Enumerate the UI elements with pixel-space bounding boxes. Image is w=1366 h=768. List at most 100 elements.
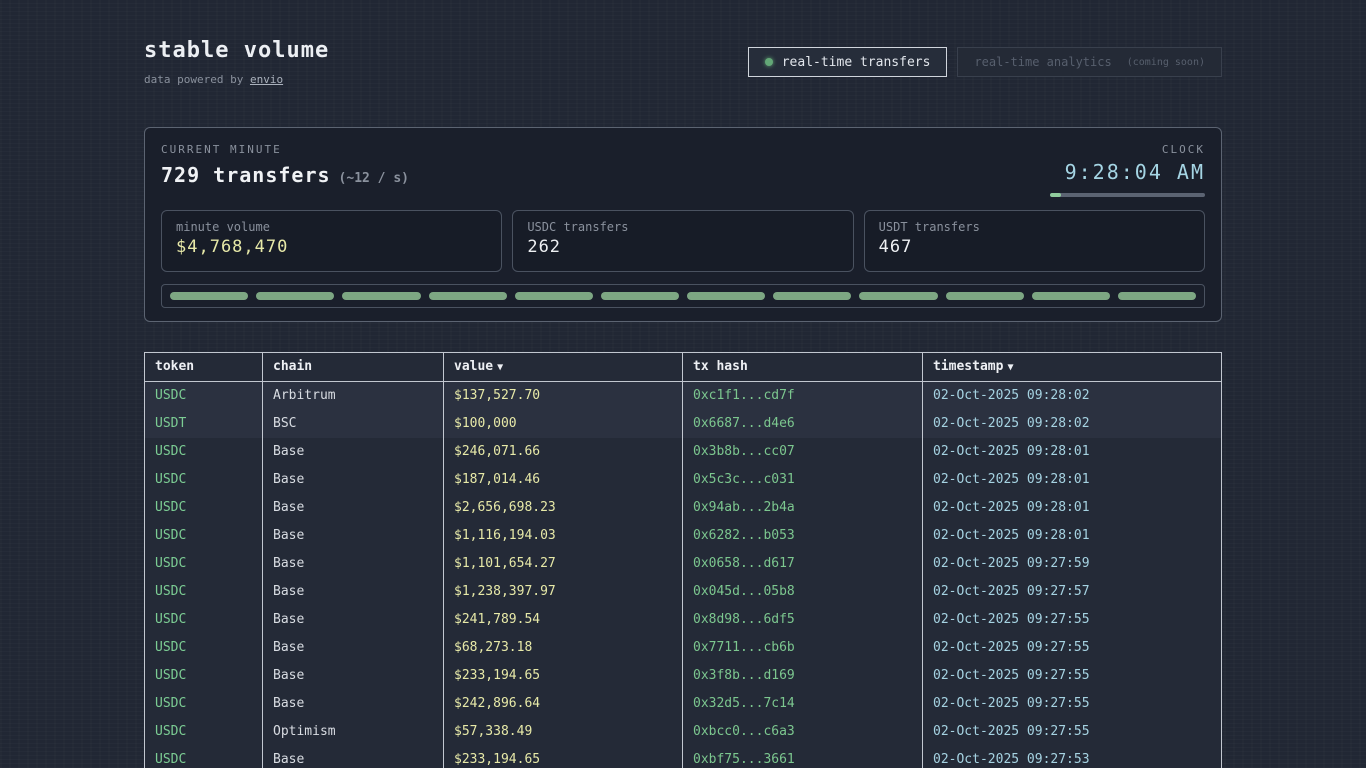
stat-box-minute-volume: minute volume $4,768,470 bbox=[161, 210, 502, 272]
cell-chain: Arbitrum bbox=[263, 382, 444, 410]
stat-value: 467 bbox=[879, 237, 1190, 257]
cell-token: USDC bbox=[145, 382, 263, 410]
table-body: USDCArbitrum$137,527.700xc1f1...cd7f02-O… bbox=[145, 382, 1221, 768]
minute-segments-bar bbox=[161, 284, 1205, 308]
transfers-line: 729 transfers (~12 / s) bbox=[161, 163, 409, 187]
cell-token: USDC bbox=[145, 634, 263, 662]
cell-timestamp: 02-Oct-2025 09:28:02 bbox=[923, 410, 1221, 438]
minute-segment bbox=[859, 292, 937, 300]
cell-token: USDC bbox=[145, 578, 263, 606]
tab-real-time-analytics[interactable]: real-time analytics (coming soon) bbox=[957, 47, 1222, 77]
column-header-timestamp[interactable]: timestamp▼ bbox=[923, 353, 1221, 381]
cell-timestamp: 02-Oct-2025 09:27:55 bbox=[923, 634, 1221, 662]
cell-tx-hash[interactable]: 0x045d...05b8 bbox=[683, 578, 923, 606]
cell-tx-hash[interactable]: 0xbcc0...c6a3 bbox=[683, 718, 923, 746]
column-header-value[interactable]: value▼ bbox=[444, 353, 683, 381]
section-label: CURRENT MINUTE bbox=[161, 143, 409, 156]
cell-timestamp: 02-Oct-2025 09:27:53 bbox=[923, 746, 1221, 768]
cell-chain: Base bbox=[263, 438, 444, 466]
cell-value: $1,116,194.03 bbox=[444, 522, 683, 550]
cell-tx-hash[interactable]: 0x5c3c...c031 bbox=[683, 466, 923, 494]
tab-real-time-transfers[interactable]: real-time transfers bbox=[748, 47, 948, 77]
clock-seconds-fill bbox=[1050, 193, 1061, 197]
stat-label: USDC transfers bbox=[527, 220, 838, 234]
table-row: USDTBSC$100,0000x6687...d4e602-Oct-2025 … bbox=[145, 410, 1221, 438]
minute-segment bbox=[342, 292, 420, 300]
cell-chain: Base bbox=[263, 494, 444, 522]
column-header-chain: chain bbox=[263, 353, 444, 381]
cell-timestamp: 02-Oct-2025 09:27:57 bbox=[923, 578, 1221, 606]
cell-value: $233,194.65 bbox=[444, 746, 683, 768]
cell-value: $1,238,397.97 bbox=[444, 578, 683, 606]
stat-value: 262 bbox=[527, 237, 838, 257]
cell-timestamp: 02-Oct-2025 09:28:01 bbox=[923, 494, 1221, 522]
cell-tx-hash[interactable]: 0x7711...cb6b bbox=[683, 634, 923, 662]
cell-tx-hash[interactable]: 0x3f8b...d169 bbox=[683, 662, 923, 690]
page-header: stable volume data powered by envio real… bbox=[144, 38, 1222, 86]
stat-value: $4,768,470 bbox=[176, 237, 487, 257]
cell-value: $242,896.64 bbox=[444, 690, 683, 718]
cell-tx-hash[interactable]: 0x0658...d617 bbox=[683, 550, 923, 578]
table-row: USDCArbitrum$137,527.700xc1f1...cd7f02-O… bbox=[145, 382, 1221, 410]
tab-label: real-time transfers bbox=[782, 55, 931, 70]
cell-chain: Base bbox=[263, 522, 444, 550]
cell-tx-hash[interactable]: 0xc1f1...cd7f bbox=[683, 382, 923, 410]
cell-tx-hash[interactable]: 0x6282...b053 bbox=[683, 522, 923, 550]
table-row: USDCBase$241,789.540x8d98...6df502-Oct-2… bbox=[145, 606, 1221, 634]
live-status-dot-icon bbox=[765, 58, 773, 66]
transfers-table: token chain value▼ tx hash timestamp▼ US… bbox=[144, 352, 1222, 768]
cell-value: $1,101,654.27 bbox=[444, 550, 683, 578]
minute-segment bbox=[687, 292, 765, 300]
minute-segment bbox=[1118, 292, 1196, 300]
cell-token: USDC bbox=[145, 438, 263, 466]
cell-tx-hash[interactable]: 0xbf75...3661 bbox=[683, 746, 923, 768]
cell-value: $100,000 bbox=[444, 410, 683, 438]
table-row: USDCBase$233,194.650x3f8b...d16902-Oct-2… bbox=[145, 662, 1221, 690]
cell-value: $187,014.46 bbox=[444, 466, 683, 494]
cell-token: USDC bbox=[145, 466, 263, 494]
clock: CLOCK 9:28:04 AM bbox=[1050, 143, 1205, 197]
clock-seconds-progressbar bbox=[1050, 193, 1205, 197]
table-row: USDCBase$242,896.640x32d5...7c1402-Oct-2… bbox=[145, 690, 1221, 718]
title-block: stable volume data powered by envio bbox=[144, 38, 329, 86]
clock-label: CLOCK bbox=[1050, 143, 1205, 156]
transfers-summary: CURRENT MINUTE 729 transfers (~12 / s) bbox=[161, 143, 409, 187]
cell-tx-hash[interactable]: 0x94ab...2b4a bbox=[683, 494, 923, 522]
cell-chain: Base bbox=[263, 466, 444, 494]
cell-tx-hash[interactable]: 0x6687...d4e6 bbox=[683, 410, 923, 438]
transfers-rate: (~12 / s) bbox=[339, 171, 409, 186]
cell-tx-hash[interactable]: 0x8d98...6df5 bbox=[683, 606, 923, 634]
cell-timestamp: 02-Oct-2025 09:27:55 bbox=[923, 718, 1221, 746]
minute-segment bbox=[773, 292, 851, 300]
cell-chain: Base bbox=[263, 606, 444, 634]
clock-time: 9:28:04 AM bbox=[1050, 160, 1205, 184]
minute-segment bbox=[515, 292, 593, 300]
cell-timestamp: 02-Oct-2025 09:28:01 bbox=[923, 438, 1221, 466]
transfers-count: 729 transfers bbox=[161, 163, 331, 187]
cell-tx-hash[interactable]: 0x32d5...7c14 bbox=[683, 690, 923, 718]
cell-timestamp: 02-Oct-2025 09:27:55 bbox=[923, 606, 1221, 634]
sort-desc-icon: ▼ bbox=[497, 362, 503, 373]
cell-token: USDC bbox=[145, 690, 263, 718]
minute-segment bbox=[170, 292, 248, 300]
subtitle: data powered by envio bbox=[144, 73, 329, 86]
cell-chain: Base bbox=[263, 662, 444, 690]
cell-token: USDC bbox=[145, 522, 263, 550]
page-container: stable volume data powered by envio real… bbox=[144, 0, 1222, 768]
column-header-token: token bbox=[145, 353, 263, 381]
table-row: USDCBase$1,238,397.970x045d...05b802-Oct… bbox=[145, 578, 1221, 606]
minute-segment bbox=[429, 292, 507, 300]
table-row: USDCBase$68,273.180x7711...cb6b02-Oct-20… bbox=[145, 634, 1221, 662]
minute-segment bbox=[1032, 292, 1110, 300]
table-row: USDCBase$1,116,194.030x6282...b05302-Oct… bbox=[145, 522, 1221, 550]
current-minute-card: CURRENT MINUTE 729 transfers (~12 / s) C… bbox=[144, 127, 1222, 322]
envio-link[interactable]: envio bbox=[250, 73, 283, 86]
stat-label: USDT transfers bbox=[879, 220, 1190, 234]
cell-token: USDC bbox=[145, 662, 263, 690]
cell-token: USDC bbox=[145, 746, 263, 768]
card-top: CURRENT MINUTE 729 transfers (~12 / s) C… bbox=[161, 143, 1205, 203]
cell-chain: Base bbox=[263, 690, 444, 718]
cell-tx-hash[interactable]: 0x3b8b...cc07 bbox=[683, 438, 923, 466]
cell-value: $241,789.54 bbox=[444, 606, 683, 634]
table-row: USDCBase$233,194.650xbf75...366102-Oct-2… bbox=[145, 746, 1221, 768]
